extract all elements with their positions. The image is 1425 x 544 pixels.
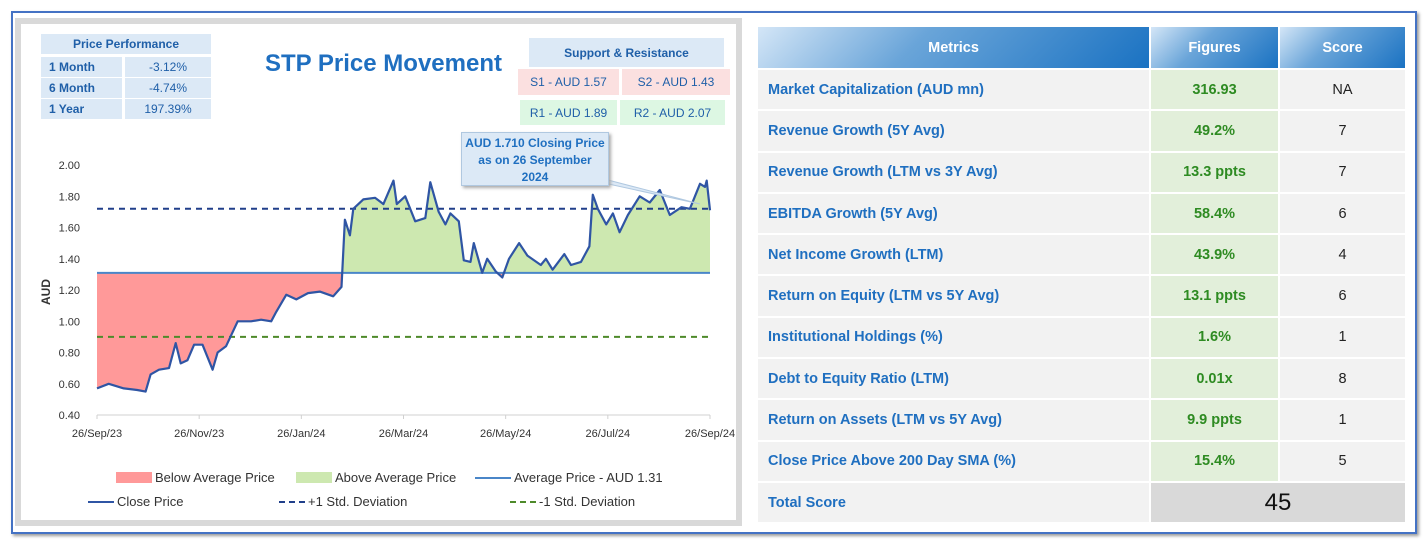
table-row: Institutional Holdings (%) 1.6% 1 bbox=[758, 317, 1405, 358]
legend-label: Above Average Price bbox=[335, 470, 457, 485]
metric-figure: 316.93 bbox=[1151, 70, 1278, 110]
table-row: Market Capitalization (AUD mn) 316.93 NA bbox=[758, 70, 1405, 110]
table-row: EBITDA Growth (5Y Avg) 58.4% 6 bbox=[758, 193, 1405, 234]
metrics-table: Metrics Figures Score Market Capitalizat… bbox=[756, 25, 1407, 524]
metric-name: Return on Assets (LTM vs 5Y Avg) bbox=[758, 400, 1149, 440]
closing-price-callout: AUD 1.710 Closing Price as on 26 Septemb… bbox=[461, 132, 609, 186]
metric-score: 6 bbox=[1280, 276, 1405, 316]
y-tick-label: 0.40 bbox=[59, 410, 80, 422]
legend-swatch-avg bbox=[475, 476, 511, 479]
legend-above-average: Above Average Price bbox=[296, 470, 456, 485]
legend-label: Close Price bbox=[117, 494, 184, 509]
metric-score: 7 bbox=[1280, 152, 1405, 192]
total-label: Total Score bbox=[758, 482, 1149, 523]
legend-below-average: Below Average Price bbox=[116, 470, 275, 485]
table-row: Revenue Growth (5Y Avg) 49.2% 7 bbox=[758, 111, 1405, 151]
table-row: Net Income Growth (LTM) 43.9% 4 bbox=[758, 235, 1405, 275]
y-tick-label: 2.00 bbox=[59, 160, 80, 172]
metric-name: Return on Equity (LTM vs 5Y Avg) bbox=[758, 276, 1149, 316]
metric-figure: 1.6% bbox=[1151, 317, 1278, 358]
metric-name: Revenue Growth (5Y Avg) bbox=[758, 111, 1149, 151]
metric-name: EBITDA Growth (5Y Avg) bbox=[758, 193, 1149, 234]
metric-figure: 13.3 ppts bbox=[1151, 152, 1278, 192]
legend-swatch-close bbox=[88, 500, 114, 503]
metric-name: Debt to Equity Ratio (LTM) bbox=[758, 359, 1149, 399]
legend-average: Average Price - AUD 1.31 bbox=[475, 470, 663, 485]
x-tick-label: 26/Sep/23 bbox=[72, 428, 122, 440]
metric-figure: 15.4% bbox=[1151, 441, 1278, 481]
table-row: Return on Equity (LTM vs 5Y Avg) 13.1 ppt… bbox=[758, 276, 1405, 316]
total-row: Total Score 45 bbox=[758, 482, 1405, 523]
legend-label: Average Price - AUD 1.31 bbox=[514, 470, 663, 485]
metric-name: Institutional Holdings (%) bbox=[758, 317, 1149, 358]
legend-label: -1 Std. Deviation bbox=[539, 494, 636, 509]
metric-figure: 13.1 ppts bbox=[1151, 276, 1278, 316]
metric-score: 5 bbox=[1280, 441, 1405, 481]
y-tick-label: 0.80 bbox=[59, 348, 80, 360]
y-axis-title: AUD bbox=[39, 279, 53, 305]
legend-swatch-minus bbox=[510, 500, 536, 503]
x-tick-label: 26/Mar/24 bbox=[379, 428, 429, 440]
x-tick-label: 26/Jan/24 bbox=[277, 428, 325, 440]
table-row: Debt to Equity Ratio (LTM) 0.01x 8 bbox=[758, 359, 1405, 399]
x-tick-label: 26/Jul/24 bbox=[586, 428, 631, 440]
x-tick-label: 26/Nov/23 bbox=[174, 428, 224, 440]
metric-name: Revenue Growth (LTM vs 3Y Avg) bbox=[758, 152, 1149, 192]
price-chart: 0.40 0.60 0.80 1.00 1.20 1.40 1.60 1.80 2.00 26/S… bbox=[39, 160, 735, 440]
legend-plus-sd: +1 Std. Deviation bbox=[279, 494, 407, 509]
legend-label: Below Average Price bbox=[155, 470, 275, 485]
legend-swatch-below bbox=[116, 472, 152, 483]
header-figures: Figures bbox=[1151, 27, 1278, 68]
metric-score: 8 bbox=[1280, 359, 1405, 399]
callout-line2: as on 26 September bbox=[478, 153, 592, 167]
metric-score: 4 bbox=[1280, 235, 1405, 275]
table-row: Return on Assets (LTM vs 5Y Avg) 9.9 ppts… bbox=[758, 400, 1405, 440]
legend-swatch-above bbox=[296, 472, 332, 483]
total-value: 45 bbox=[1151, 482, 1405, 523]
header-metrics: Metrics bbox=[758, 27, 1149, 68]
y-tick-label: 0.60 bbox=[59, 379, 80, 391]
metric-figure: 9.9 ppts bbox=[1151, 400, 1278, 440]
metric-name: Close Price Above 200 Day SMA (%) bbox=[758, 441, 1149, 481]
x-tick-label: 26/May/24 bbox=[480, 428, 531, 440]
legend-close-price: Close Price bbox=[88, 494, 183, 509]
metric-figure: 0.01x bbox=[1151, 359, 1278, 399]
metric-score: NA bbox=[1280, 70, 1405, 110]
y-tick-label: 1.20 bbox=[59, 285, 80, 297]
y-tick-label: 1.00 bbox=[59, 316, 80, 328]
metric-figure: 58.4% bbox=[1151, 193, 1278, 234]
legend-label: +1 Std. Deviation bbox=[308, 494, 408, 509]
callout-line3: 2024 bbox=[521, 170, 549, 184]
legend-swatch-plus bbox=[279, 500, 305, 503]
table-row: Revenue Growth (LTM vs 3Y Avg) 13.3 ppts 7 bbox=[758, 152, 1405, 192]
metric-name: Market Capitalization (AUD mn) bbox=[758, 70, 1149, 110]
metric-score: 7 bbox=[1280, 111, 1405, 151]
metric-score: 6 bbox=[1280, 193, 1405, 234]
metric-figure: 43.9% bbox=[1151, 235, 1278, 275]
y-tick-label: 1.40 bbox=[59, 254, 80, 266]
y-tick-label: 1.80 bbox=[59, 191, 80, 203]
metric-name: Net Income Growth (LTM) bbox=[758, 235, 1149, 275]
y-tick-label: 1.60 bbox=[59, 223, 80, 235]
header-score: Score bbox=[1280, 27, 1405, 68]
legend-minus-sd: -1 Std. Deviation bbox=[510, 494, 635, 509]
table-row: Close Price Above 200 Day SMA (%) 15.4% 5 bbox=[758, 441, 1405, 481]
metric-score: 1 bbox=[1280, 317, 1405, 358]
metric-score: 1 bbox=[1280, 400, 1405, 440]
callout-line1: AUD 1.710 Closing Price bbox=[465, 136, 605, 150]
metric-figure: 49.2% bbox=[1151, 111, 1278, 151]
x-tick-label: 26/Sep/24 bbox=[685, 428, 735, 440]
